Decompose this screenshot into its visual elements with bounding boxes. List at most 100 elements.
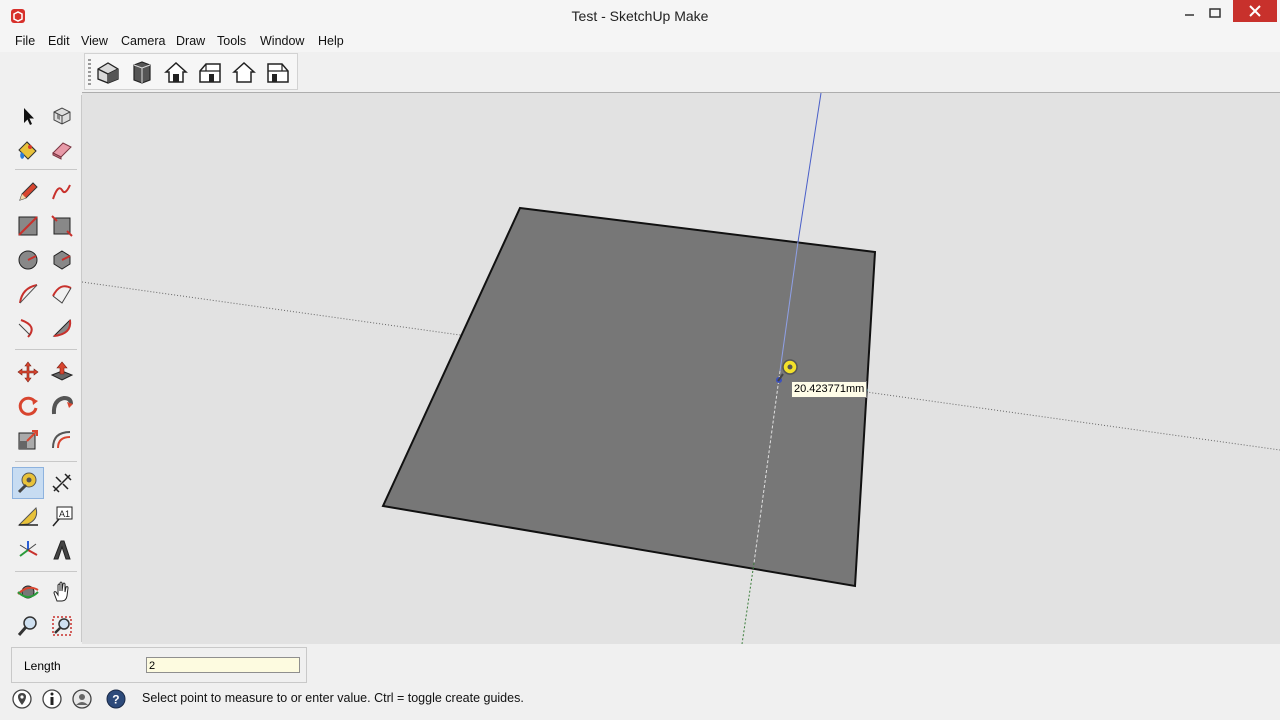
two-point-arc-icon bbox=[52, 285, 72, 304]
protractor-icon bbox=[17, 507, 38, 526]
menu-draw[interactable]: Draw bbox=[176, 34, 205, 48]
measurements-box: Length 2 bbox=[11, 647, 307, 683]
make-component-button[interactable] bbox=[47, 101, 77, 131]
maximize-button[interactable] bbox=[1200, 2, 1230, 28]
menu-window[interactable]: Window bbox=[260, 34, 304, 48]
menu-file[interactable]: File bbox=[15, 34, 35, 48]
drawing-viewport[interactable]: 20.423771mm bbox=[82, 92, 1280, 644]
eraser-button[interactable] bbox=[47, 135, 77, 165]
line-tool-button[interactable] bbox=[13, 177, 43, 207]
tape-measure-icon bbox=[17, 472, 37, 494]
title-bar: Test - SketchUp Make bbox=[0, 0, 1280, 33]
circle-icon bbox=[18, 250, 38, 270]
right-view-button[interactable] bbox=[197, 59, 223, 85]
make-component-icon bbox=[53, 107, 71, 125]
top-view-button[interactable] bbox=[129, 59, 155, 85]
tool-separator bbox=[15, 571, 77, 572]
push-pull-tool-button[interactable] bbox=[47, 357, 77, 387]
polygon-tool-button[interactable] bbox=[47, 245, 77, 275]
tool-separator bbox=[15, 461, 77, 462]
paint-bucket-icon bbox=[18, 141, 37, 160]
axes-icon bbox=[19, 541, 38, 557]
status-bar: ? Select point to measure to or enter va… bbox=[0, 686, 1280, 712]
window-bottom-border bbox=[0, 712, 1280, 720]
close-button[interactable] bbox=[1233, 0, 1277, 22]
svg-text:?: ? bbox=[112, 693, 119, 707]
scale-icon bbox=[18, 430, 38, 450]
arc-tool-button[interactable] bbox=[13, 279, 43, 309]
axes-tool-button[interactable] bbox=[13, 535, 43, 565]
toolbar-grip[interactable] bbox=[88, 59, 91, 85]
blue-axis-line bbox=[797, 93, 822, 243]
rotated-rectangle-icon bbox=[51, 215, 73, 237]
push-pull-icon bbox=[50, 361, 74, 381]
vcb-label: Length bbox=[24, 659, 61, 673]
text-icon: A1 bbox=[52, 506, 73, 527]
menu-help[interactable]: Help bbox=[318, 34, 344, 48]
scale-tool-button[interactable] bbox=[13, 425, 43, 455]
text-tool-button[interactable]: A1 bbox=[47, 501, 77, 531]
top-view-icon bbox=[133, 61, 151, 84]
menu-edit[interactable]: Edit bbox=[48, 34, 70, 48]
user-account-icon[interactable] bbox=[72, 689, 92, 709]
dimension-icon bbox=[52, 473, 72, 493]
left-view-icon bbox=[267, 63, 289, 83]
rotate-tool-button[interactable] bbox=[13, 391, 43, 421]
front-view-icon bbox=[164, 61, 188, 83]
menu-view[interactable]: View bbox=[81, 34, 108, 48]
menu-camera[interactable]: Camera bbox=[121, 34, 165, 48]
dimension-tool-button[interactable] bbox=[47, 468, 77, 498]
front-view-button[interactable] bbox=[163, 59, 189, 85]
orbit-icon bbox=[17, 585, 39, 599]
orbit-tool-button[interactable] bbox=[13, 577, 43, 607]
menu-tools[interactable]: Tools bbox=[217, 34, 246, 48]
three-point-arc-tool-button[interactable] bbox=[13, 313, 43, 343]
pan-tool-button[interactable] bbox=[47, 577, 77, 607]
green-axis-line bbox=[741, 562, 755, 644]
measurement-tooltip: 20.423771mm bbox=[791, 381, 868, 398]
rotated-rectangle-tool-button[interactable] bbox=[47, 211, 77, 241]
protractor-tool-button[interactable] bbox=[13, 501, 43, 531]
polygon-icon bbox=[53, 250, 71, 270]
svg-text:A1: A1 bbox=[59, 509, 70, 519]
maximize-icon bbox=[1209, 8, 1221, 18]
left-view-button[interactable] bbox=[265, 59, 291, 85]
three-point-arc-icon bbox=[18, 319, 33, 338]
back-view-button[interactable] bbox=[231, 59, 257, 85]
move-tool-button[interactable] bbox=[13, 357, 43, 387]
pie-icon bbox=[52, 318, 72, 337]
pan-icon bbox=[53, 581, 69, 602]
zoom-window-tool-button[interactable] bbox=[47, 611, 77, 641]
rotate-icon bbox=[18, 396, 38, 416]
geo-location-icon[interactable] bbox=[12, 689, 32, 709]
tool-separator bbox=[15, 169, 77, 170]
rectangle-icon bbox=[18, 216, 38, 236]
tape-measure-tool-button[interactable] bbox=[12, 467, 44, 499]
offset-tool-button[interactable] bbox=[47, 425, 77, 455]
move-icon bbox=[17, 361, 39, 383]
zoom-icon bbox=[17, 616, 37, 636]
credits-icon[interactable] bbox=[42, 689, 62, 709]
status-message: Select point to measure to or enter valu… bbox=[142, 691, 524, 705]
select-arrow-icon bbox=[24, 108, 34, 125]
zoom-tool-button[interactable] bbox=[13, 611, 43, 641]
vcb-value-field[interactable]: 2 bbox=[146, 657, 300, 673]
pie-tool-button[interactable] bbox=[47, 313, 77, 343]
model-canvas[interactable] bbox=[82, 93, 1280, 644]
select-tool-button[interactable] bbox=[13, 101, 43, 131]
freehand-tool-button[interactable] bbox=[47, 177, 77, 207]
paint-bucket-button[interactable] bbox=[13, 135, 43, 165]
zoom-window-icon bbox=[52, 616, 72, 636]
iso-view-button[interactable] bbox=[95, 59, 121, 85]
back-view-icon bbox=[232, 61, 256, 83]
two-point-arc-tool-button[interactable] bbox=[47, 279, 77, 309]
help-icon[interactable]: ? bbox=[106, 689, 126, 709]
follow-me-tool-button[interactable] bbox=[47, 391, 77, 421]
tool-palette: A1 bbox=[11, 95, 82, 642]
menu-bar: File Edit View Camera Draw Tools Window … bbox=[0, 32, 1280, 52]
3d-text-tool-button[interactable] bbox=[47, 535, 77, 565]
circle-tool-button[interactable] bbox=[13, 245, 43, 275]
window-title: Test - SketchUp Make bbox=[571, 8, 709, 24]
rectangle-tool-button[interactable] bbox=[13, 211, 43, 241]
tool-separator bbox=[15, 349, 77, 350]
